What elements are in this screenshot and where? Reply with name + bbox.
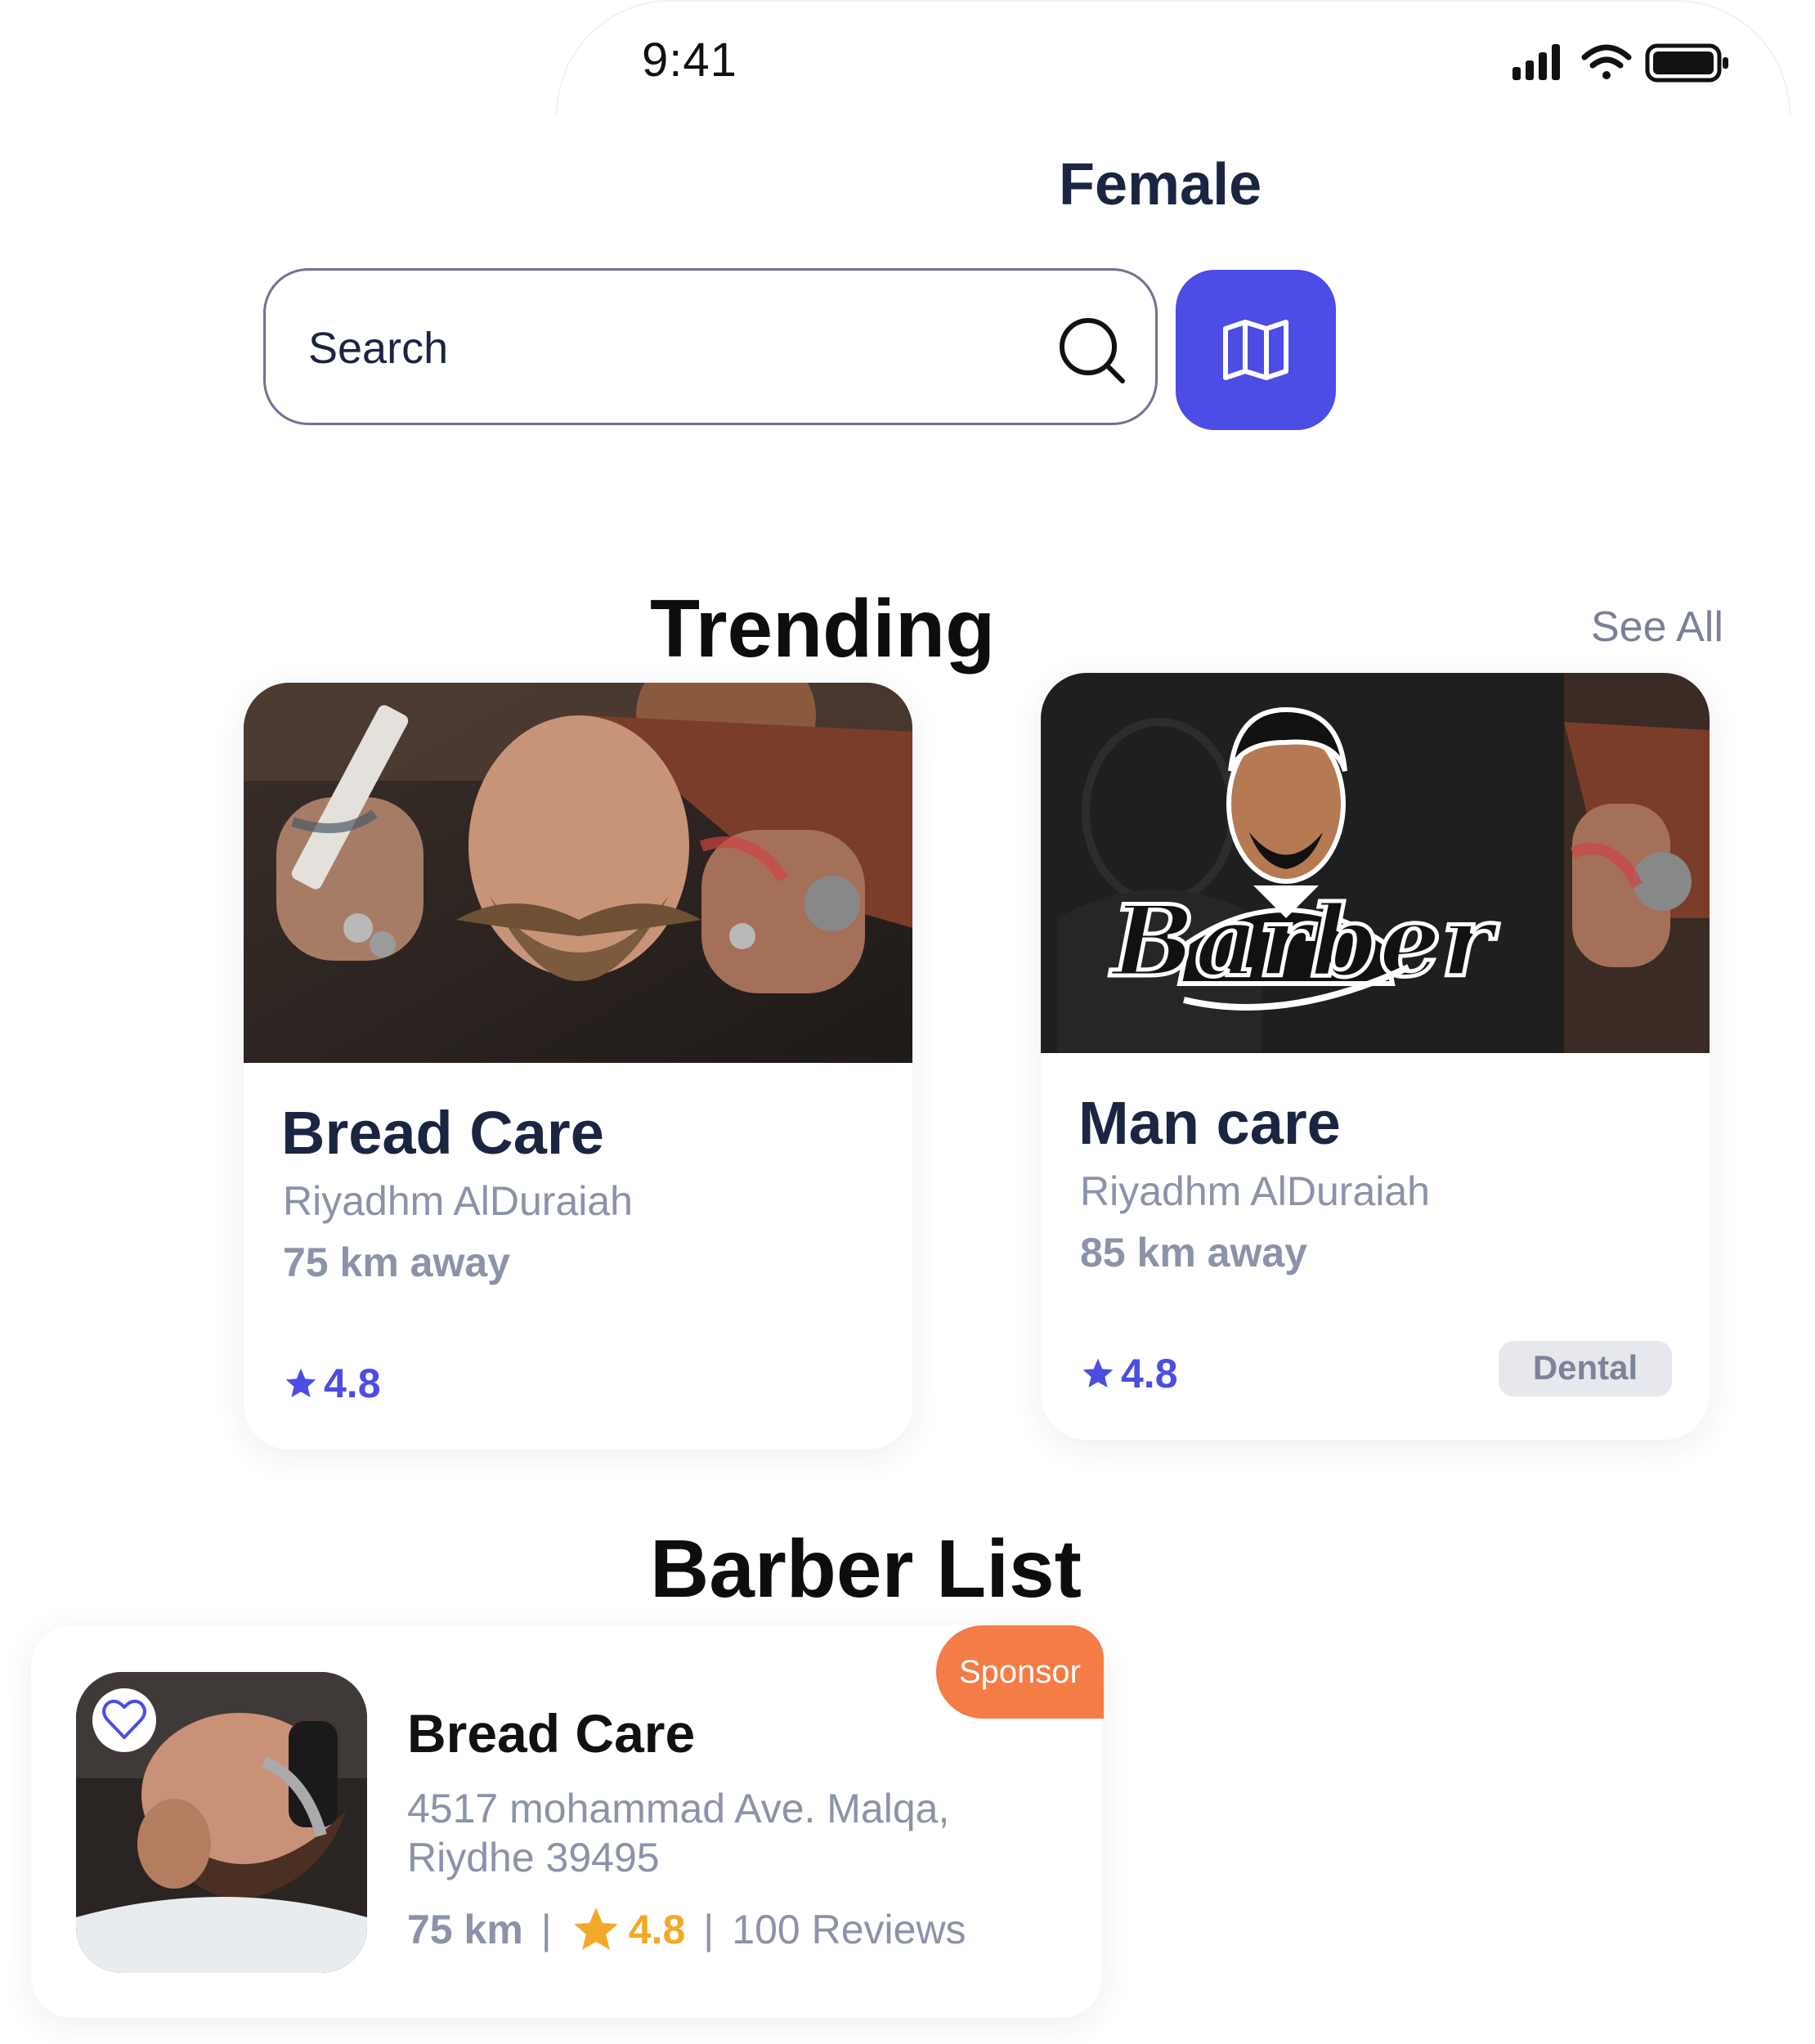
- category-tag: Dental: [1499, 1341, 1672, 1396]
- barber-list-title: Barber List: [650, 1523, 1082, 1615]
- list-item-address: 4517 mohammad Ave. Malqa, Riydhe 39495: [407, 1786, 950, 1880]
- star-icon: [1082, 1358, 1114, 1388]
- card-rating: 4.8: [1080, 1350, 1178, 1397]
- star-icon: [285, 1368, 316, 1398]
- signal-icon: [1512, 44, 1560, 80]
- heart-icon: [102, 1699, 146, 1739]
- barber-photo: [244, 683, 912, 1063]
- search-icon[interactable]: [1057, 316, 1127, 386]
- list-item-rating: 4.8: [628, 1907, 686, 1952]
- barber-logo-image: Barber: [1041, 673, 1710, 1053]
- list-item-reviews[interactable]: 100 Reviews: [732, 1906, 966, 1953]
- status-time: 9:41: [642, 34, 737, 87]
- divider: |: [540, 1907, 552, 1952]
- trending-card[interactable]: Barber Man care Riyadhm AlDuraiah 85 km …: [1041, 673, 1710, 1440]
- logo-text: Barber: [1109, 884, 1499, 999]
- rating-value: 4.8: [1121, 1351, 1178, 1396]
- wifi-icon: [1581, 44, 1632, 79]
- card-title: Bread Care: [281, 1099, 604, 1167]
- card-owner: Riyadhm AlDuraiah: [1080, 1168, 1430, 1214]
- map-button[interactable]: [1176, 270, 1336, 430]
- search-placeholder: Search: [308, 324, 449, 373]
- rating-value: 4.8: [324, 1360, 381, 1406]
- sponsor-badge: Sponsor: [936, 1625, 1104, 1719]
- card-distance: 85 km away: [1080, 1230, 1307, 1275]
- card-title: Man care: [1078, 1089, 1341, 1157]
- page-title: Female: [1059, 152, 1262, 217]
- card-distance: 75 km away: [283, 1239, 510, 1285]
- list-item-distance: 75 km: [407, 1907, 523, 1952]
- list-item-meta: 75 km | 4.8 | 100 Reviews: [407, 1903, 966, 1956]
- map-icon: [1222, 319, 1289, 381]
- card-owner: Riyadhm AlDuraiah: [283, 1178, 633, 1224]
- star-icon: [574, 1907, 618, 1950]
- trending-title: Trending: [650, 583, 996, 675]
- search-input[interactable]: Search: [263, 268, 1158, 425]
- status-icons: [1512, 43, 1733, 83]
- divider: |: [703, 1907, 715, 1952]
- list-item-title: Bread Care: [407, 1703, 696, 1764]
- favorite-button[interactable]: [92, 1688, 156, 1752]
- trending-card[interactable]: Bread Care Riyadhm AlDuraiah 75 km away …: [244, 683, 912, 1450]
- see-all-link[interactable]: See All: [1591, 603, 1723, 652]
- card-rating: 4.8: [283, 1360, 381, 1407]
- battery-icon: [1645, 43, 1728, 83]
